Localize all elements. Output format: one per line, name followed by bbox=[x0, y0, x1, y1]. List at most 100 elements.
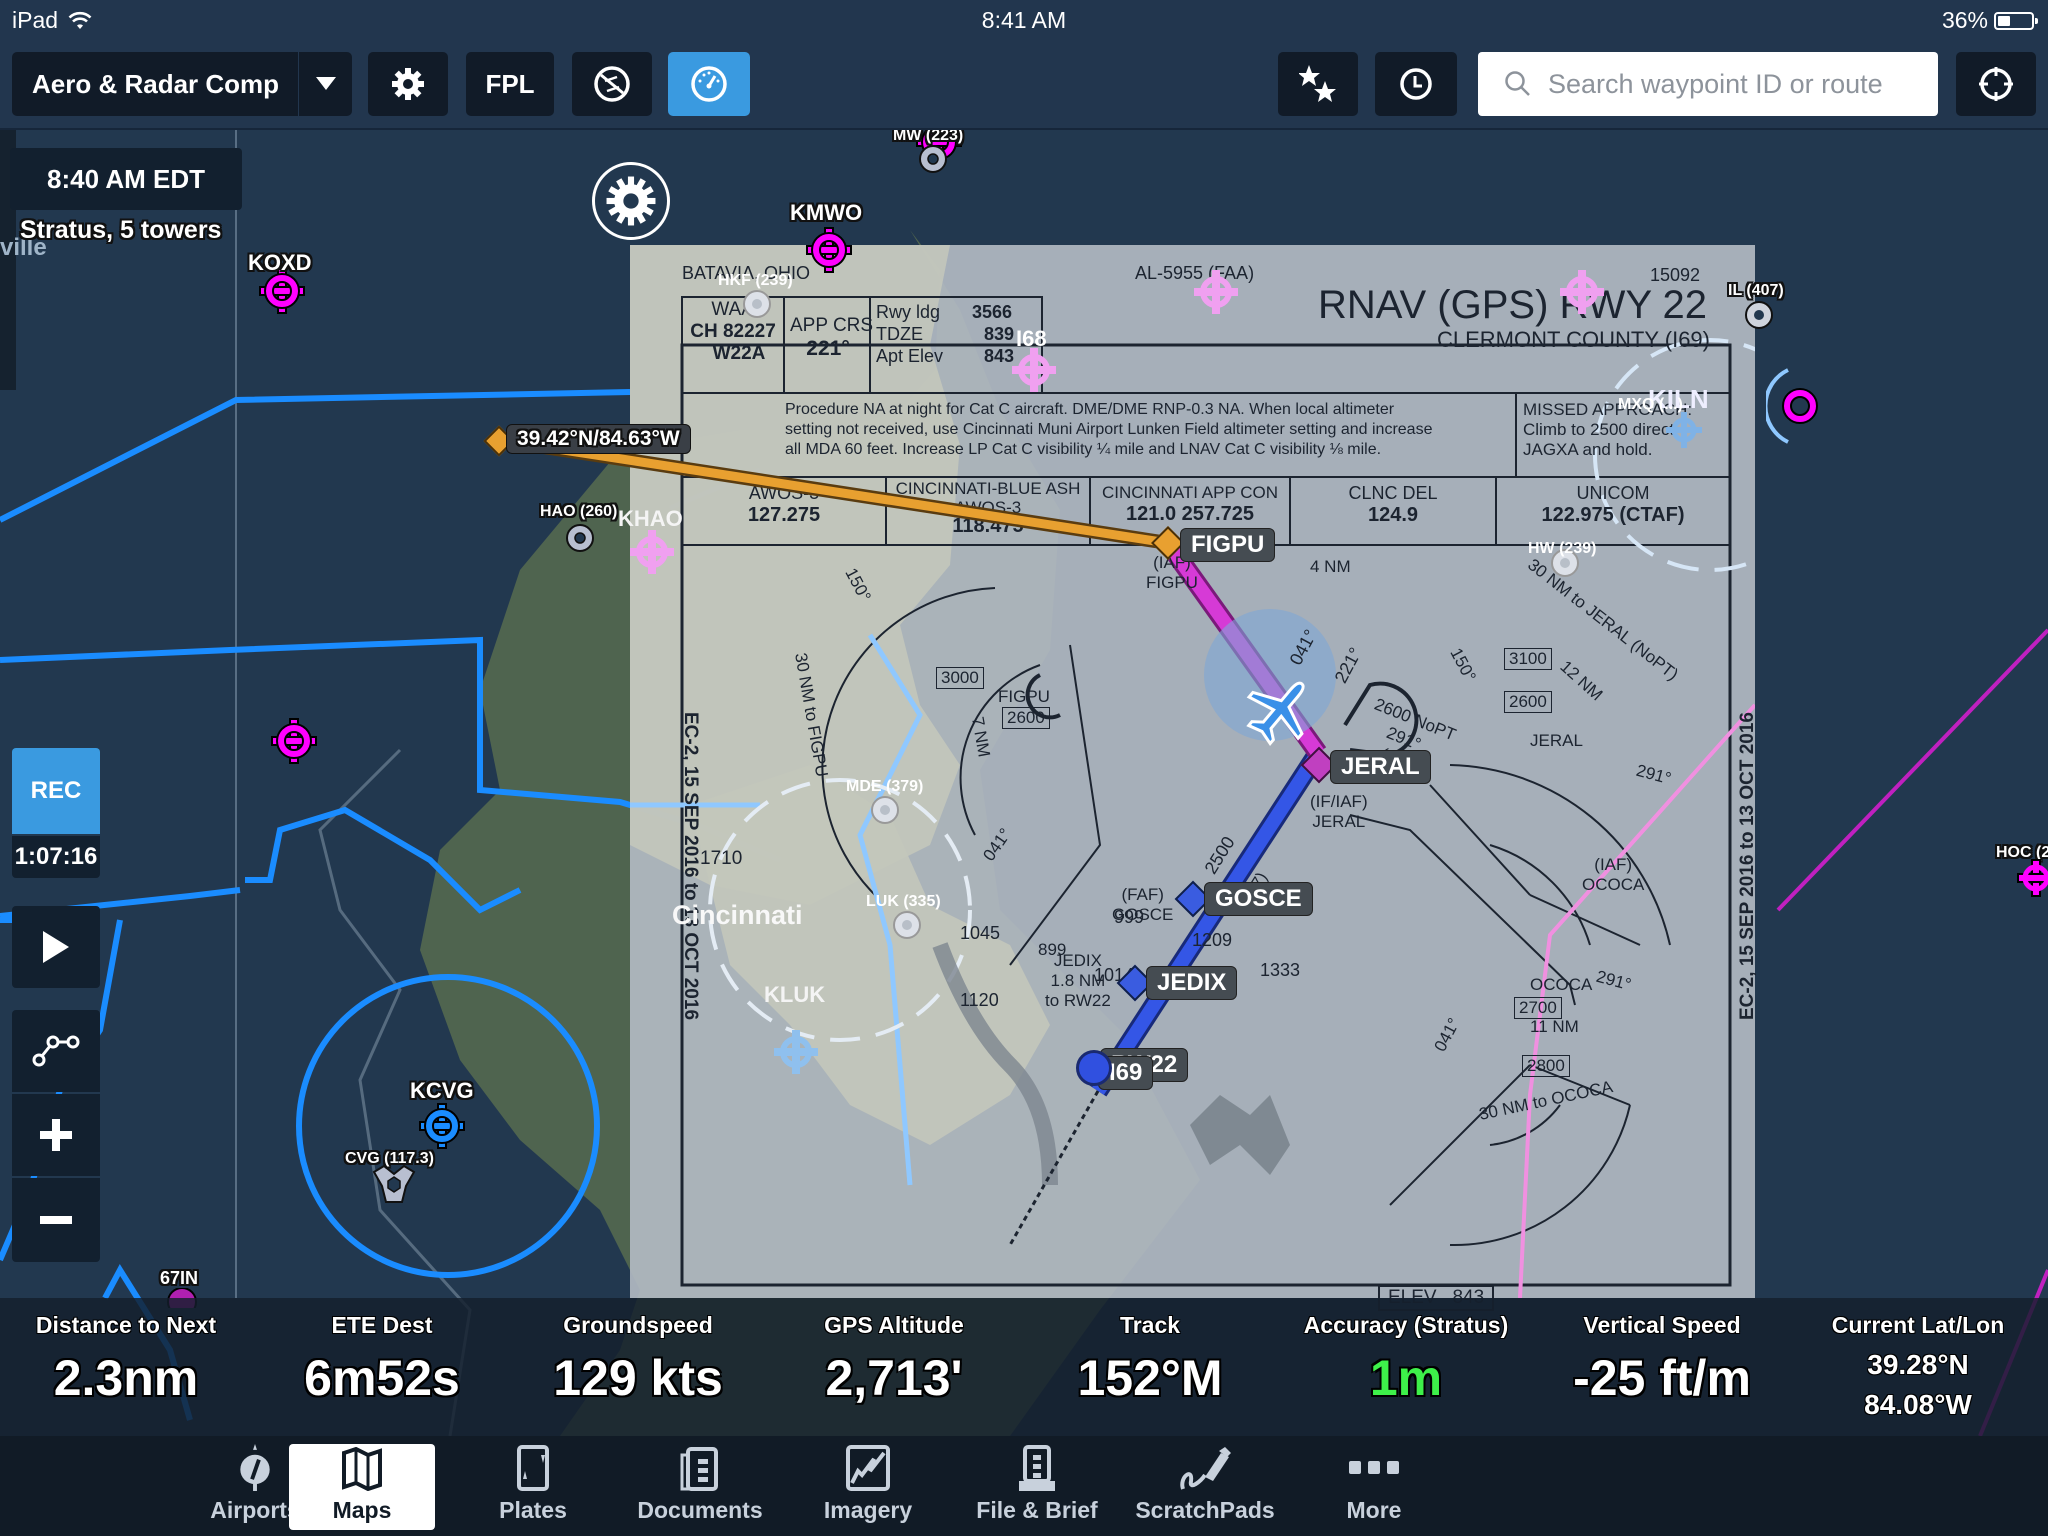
instrument-gps-altitude[interactable]: GPS Altitude 2,713' bbox=[784, 1312, 1004, 1407]
plus-icon bbox=[40, 1119, 72, 1151]
layer-selector-button[interactable]: Aero & Radar Comp bbox=[12, 52, 298, 116]
tab-more[interactable]: More bbox=[1279, 1444, 1469, 1530]
label-koxd: KOXD bbox=[248, 250, 312, 275]
vor-marker-cvg[interactable] bbox=[372, 1164, 416, 1204]
tab-label: More bbox=[1346, 1497, 1402, 1523]
instrument-accuracy[interactable]: Accuracy (Stratus) 1m bbox=[1296, 1312, 1516, 1407]
airport-marker-i68[interactable] bbox=[1010, 346, 1058, 394]
instrument-value: 1m bbox=[1369, 1350, 1443, 1406]
clock-icon bbox=[1400, 68, 1432, 100]
kiln-class-d-arc bbox=[1766, 368, 1789, 444]
stars-icon bbox=[1299, 65, 1336, 102]
tab-scratchpads[interactable]: ScratchPads bbox=[1110, 1444, 1300, 1530]
airport-marker-khao[interactable] bbox=[628, 528, 676, 576]
tab-documents[interactable]: Documents bbox=[605, 1444, 795, 1530]
airport-marker-plate-1[interactable] bbox=[1192, 268, 1240, 316]
record-timer: 1:07:16 bbox=[12, 836, 100, 878]
fpl-button[interactable]: FPL bbox=[466, 52, 554, 116]
instrument-value: 152°M bbox=[1077, 1350, 1223, 1406]
label-i68: I68 bbox=[1016, 326, 1047, 351]
ndb-marker-mw[interactable] bbox=[918, 144, 948, 174]
zoom-in-button[interactable] bbox=[12, 1094, 100, 1176]
label-mde: MDE (379) bbox=[846, 778, 924, 795]
instrument-value: 6m52s bbox=[304, 1350, 460, 1406]
layer-selector-label: Aero & Radar Comp bbox=[32, 68, 280, 99]
instrument-groundspeed[interactable]: Groundspeed 129 kts bbox=[528, 1312, 748, 1407]
label-luk: LUK (335) bbox=[866, 893, 941, 910]
play-icon bbox=[43, 931, 69, 963]
airport-marker-plate-2[interactable] bbox=[1558, 268, 1606, 316]
longitude-value: 84.08°W bbox=[1864, 1389, 1972, 1420]
instrument-label: Groundspeed bbox=[563, 1312, 713, 1338]
instruments-button[interactable] bbox=[668, 52, 750, 116]
instrument-label: Track bbox=[1119, 1312, 1181, 1338]
map-view[interactable]: BATAVIA, OHIO AL-5955 (FAA) 15092 RNAV (… bbox=[0, 130, 2048, 1436]
weather-time-panel[interactable]: 8:40 AM EDT bbox=[10, 148, 242, 210]
airport-marker-west[interactable] bbox=[270, 717, 318, 765]
instrument-value: 2,713' bbox=[825, 1350, 963, 1406]
caret-down-icon bbox=[315, 77, 336, 90]
ndb-marker-hao[interactable] bbox=[565, 523, 595, 553]
instrument-value: 2.3nm bbox=[53, 1350, 199, 1406]
ndb-marker-hkf[interactable] bbox=[742, 289, 772, 319]
instrument-lat-lon[interactable]: Current Lat/Lon 39.28°N 84.08°W bbox=[1808, 1312, 2028, 1425]
tab-imagery[interactable]: Imagery bbox=[773, 1444, 963, 1530]
clock: 8:41 AM bbox=[981, 7, 1067, 33]
label-hao: HAO (260) bbox=[540, 503, 618, 520]
instrument-label: Distance to Next bbox=[35, 1312, 217, 1338]
airport-marker-kmwo[interactable] bbox=[805, 226, 853, 274]
layer-dropdown-button[interactable] bbox=[299, 52, 352, 116]
gear-icon bbox=[392, 68, 424, 100]
weather-time: 8:40 AM EDT bbox=[47, 163, 205, 194]
ndb-marker-il[interactable] bbox=[1744, 300, 1774, 330]
tab-label: Imagery bbox=[823, 1497, 913, 1523]
label-kmwo: KMWO bbox=[790, 200, 863, 225]
rec-label: REC bbox=[30, 777, 82, 804]
weather-source: Stratus, 5 towers bbox=[20, 216, 222, 244]
tab-label: Documents bbox=[637, 1497, 763, 1523]
status-bar: iPad 8:41 AM 36% bbox=[0, 0, 2048, 44]
instrument-value: 129 kts bbox=[553, 1350, 723, 1406]
map-icon bbox=[342, 1447, 382, 1491]
crosshair-icon bbox=[1979, 67, 2013, 101]
favorites-button[interactable] bbox=[1278, 52, 1358, 116]
search-icon bbox=[1505, 71, 1530, 96]
tab-plates[interactable]: Plates bbox=[438, 1444, 628, 1530]
instrument-value: -25 ft/m bbox=[1573, 1350, 1751, 1406]
tab-label: Maps bbox=[332, 1497, 392, 1523]
gear-icon bbox=[606, 176, 656, 226]
airport-marker-kluk[interactable] bbox=[772, 1028, 820, 1076]
ndb-marker-luk[interactable] bbox=[892, 910, 922, 940]
map-settings-button[interactable] bbox=[592, 162, 670, 240]
label-67in: 67IN bbox=[160, 1268, 199, 1288]
instrument-distance-next[interactable]: Distance to Next 2.3nm bbox=[16, 1312, 236, 1407]
ndb-marker-mde[interactable] bbox=[870, 795, 900, 825]
airport-marker-kcvg[interactable] bbox=[418, 1102, 466, 1150]
tab-maps[interactable]: Maps bbox=[289, 1444, 435, 1530]
record-button[interactable]: REC bbox=[12, 748, 100, 834]
battery-icon bbox=[1994, 11, 2038, 30]
settings-button[interactable] bbox=[368, 52, 448, 116]
tab-file-brief[interactable]: File & Brief bbox=[942, 1444, 1132, 1530]
gauge-icon bbox=[691, 66, 727, 102]
instrument-vertical-speed[interactable]: Vertical Speed -25 ft/m bbox=[1552, 1312, 1772, 1407]
search-field[interactable] bbox=[1478, 52, 1938, 116]
airport-marker-kiln[interactable] bbox=[1664, 410, 1704, 450]
instrument-ete-dest[interactable]: ETE Dest 6m52s bbox=[272, 1312, 492, 1407]
label-khao: KHAO bbox=[618, 506, 683, 531]
search-input[interactable] bbox=[1546, 67, 1930, 101]
instrument-panel[interactable]: Distance to Next 2.3nm ETE Dest 6m52s Gr… bbox=[0, 1298, 2048, 1436]
playback-button[interactable] bbox=[12, 906, 100, 988]
imagery-icon bbox=[846, 1445, 890, 1491]
instrument-track[interactable]: Track 152°M bbox=[1040, 1312, 1260, 1407]
route-tool-button[interactable] bbox=[12, 1010, 100, 1092]
track-up-button[interactable] bbox=[1956, 52, 2036, 116]
tab-label: Airports bbox=[210, 1497, 300, 1523]
fpl-label: FPL bbox=[485, 68, 535, 99]
file-brief-icon bbox=[1019, 1445, 1055, 1491]
recent-button[interactable] bbox=[1375, 52, 1457, 116]
scratchpad-icon bbox=[1180, 1447, 1231, 1490]
battery-percent: 36% bbox=[1941, 7, 1988, 33]
profile-view-button[interactable] bbox=[572, 52, 652, 116]
zoom-out-button[interactable] bbox=[12, 1178, 100, 1262]
